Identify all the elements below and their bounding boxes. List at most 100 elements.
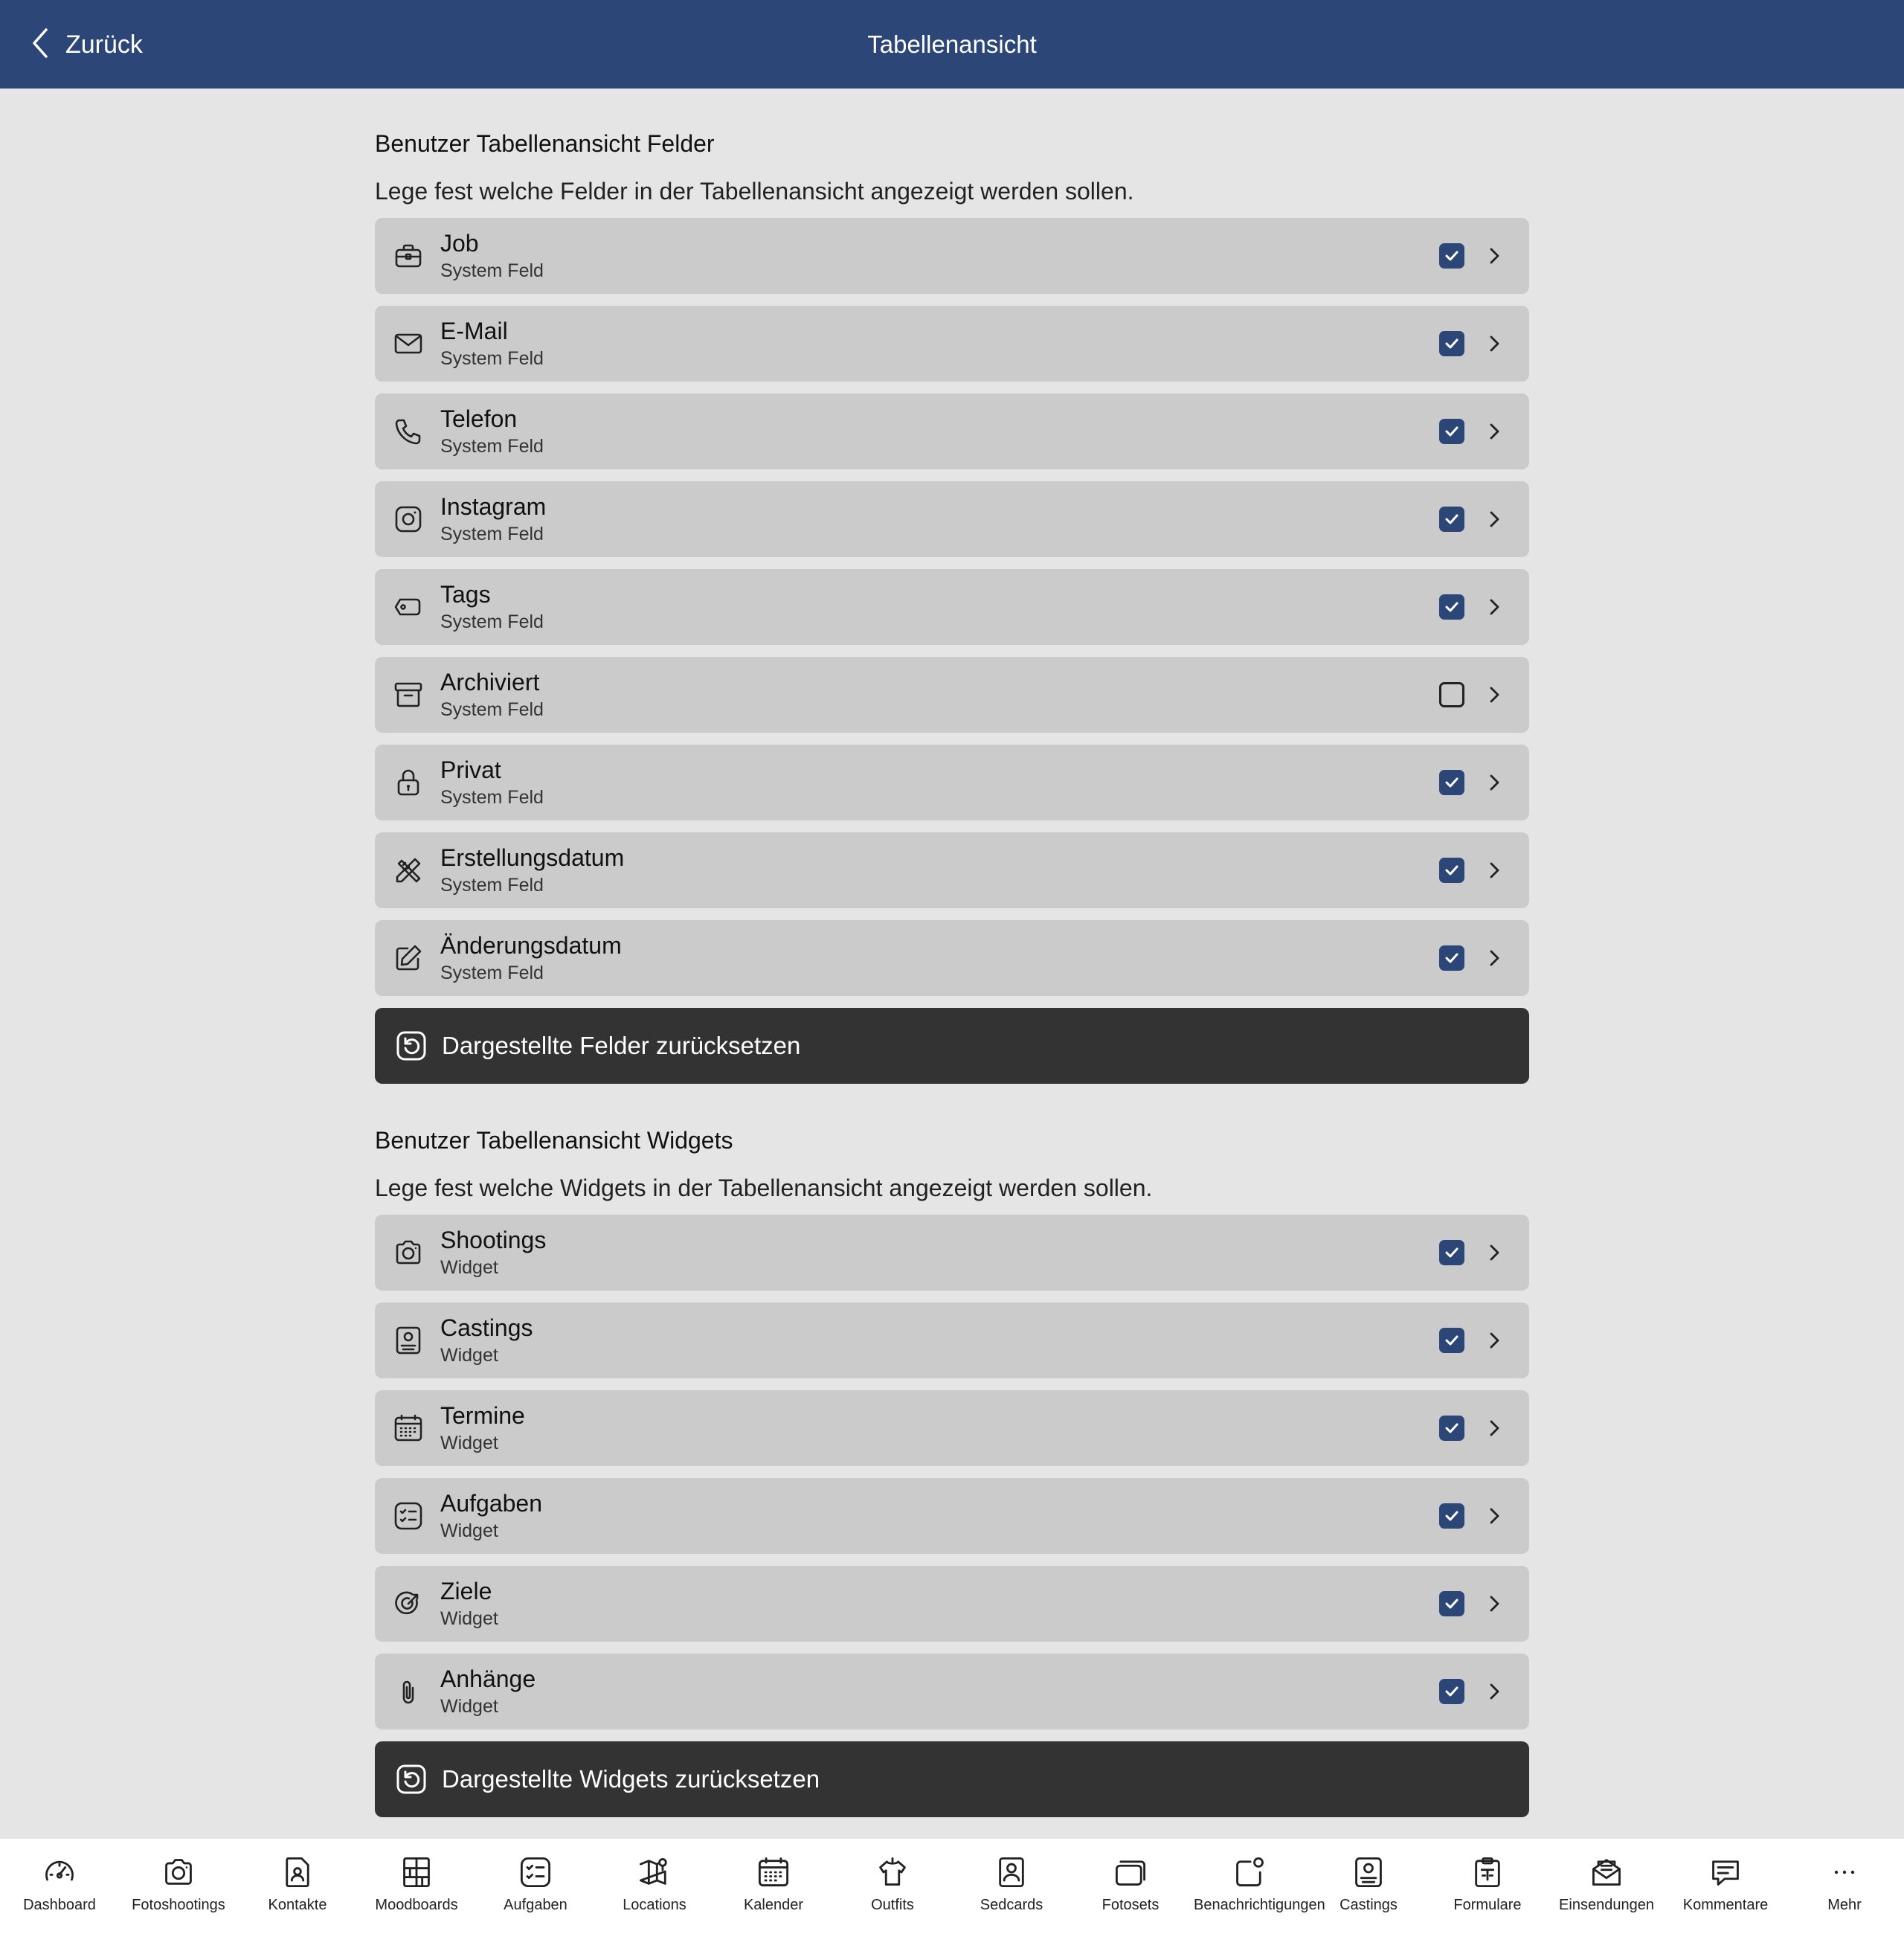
paperclip-icon: [393, 1676, 424, 1707]
tab-label: Fotosets: [1101, 1897, 1160, 1913]
checkbox-checked[interactable]: [1439, 1591, 1464, 1616]
setting-row-tags[interactable]: Tags System Feld: [375, 569, 1529, 645]
tab-outfits[interactable]: Outfits: [837, 1839, 948, 1934]
checkbox-checked[interactable]: [1439, 1679, 1464, 1704]
chevron-right-icon[interactable]: [1483, 684, 1505, 706]
chevron-right-icon[interactable]: [1483, 771, 1505, 794]
setting-row-anhänge[interactable]: Anhänge Widget: [375, 1654, 1529, 1729]
checklist-icon: [518, 1855, 553, 1889]
phone-icon: [393, 416, 424, 447]
camera-icon: [393, 1237, 424, 1268]
comment-icon: [1708, 1855, 1743, 1889]
checkbox-checked[interactable]: [1439, 1416, 1464, 1441]
checkbox-checked[interactable]: [1439, 507, 1464, 532]
tab-fotosets[interactable]: Fotosets: [1075, 1839, 1186, 1934]
tab-aufgaben[interactable]: Aufgaben: [480, 1839, 591, 1934]
tab-dashboard[interactable]: Dashboard: [4, 1839, 115, 1934]
tab-fotoshootings[interactable]: Fotoshootings: [123, 1839, 234, 1934]
tab-kontakte[interactable]: Kontakte: [242, 1839, 353, 1934]
chevron-right-icon[interactable]: [1483, 947, 1505, 969]
setting-row-erstellungsdatum[interactable]: Erstellungsdatum System Feld: [375, 832, 1529, 908]
row-label: Castings: [440, 1314, 533, 1341]
chevron-right-icon[interactable]: [1483, 508, 1505, 530]
lock-icon: [393, 767, 424, 798]
contact-file-icon: [280, 1855, 315, 1889]
tag-icon: [393, 591, 424, 623]
chevron-right-icon[interactable]: [1483, 332, 1505, 355]
checkbox-checked[interactable]: [1439, 770, 1464, 795]
checkbox-checked[interactable]: [1439, 243, 1464, 269]
archive-icon: [393, 679, 424, 710]
tab-label: Locations: [623, 1897, 686, 1913]
checkbox-checked[interactable]: [1439, 419, 1464, 444]
row-label: Privat: [440, 756, 501, 783]
tab-sedcards[interactable]: Sedcards: [956, 1839, 1067, 1934]
chevron-right-icon[interactable]: [1483, 245, 1505, 267]
chevron-right-icon[interactable]: [1483, 1241, 1505, 1264]
calendar-icon: [393, 1413, 424, 1444]
setting-row-castings[interactable]: Castings Widget: [375, 1302, 1529, 1378]
tab-locations[interactable]: Locations: [599, 1839, 710, 1934]
chevron-right-icon[interactable]: [1483, 1680, 1505, 1703]
reset-icon: [396, 1764, 427, 1795]
tab-castings[interactable]: Castings: [1313, 1839, 1424, 1934]
reset-widgets-label: Dargestellte Widgets zurücksetzen: [442, 1765, 820, 1793]
row-sublabel: Widget: [440, 1520, 498, 1541]
tab-kalender[interactable]: Kalender: [718, 1839, 829, 1934]
checkbox-checked[interactable]: [1439, 594, 1464, 620]
reset-widgets-button[interactable]: Dargestellte Widgets zurücksetzen: [375, 1741, 1529, 1817]
checkbox-checked[interactable]: [1439, 1503, 1464, 1529]
setting-row-archiviert[interactable]: Archiviert System Feld: [375, 657, 1529, 733]
chevron-right-icon[interactable]: [1483, 1329, 1505, 1352]
row-sublabel: Widget: [440, 1696, 498, 1717]
chevron-right-icon[interactable]: [1483, 596, 1505, 618]
chevron-right-icon[interactable]: [1483, 859, 1505, 881]
setting-row-änderungsdatum[interactable]: Änderungsdatum System Feld: [375, 920, 1529, 996]
row-label: Archiviert: [440, 669, 540, 695]
row-label: Änderungsdatum: [440, 932, 622, 959]
setting-row-job[interactable]: Job System Feld: [375, 218, 1529, 294]
setting-row-privat[interactable]: Privat System Feld: [375, 745, 1529, 820]
tab-label: Einsendungen: [1559, 1897, 1654, 1913]
widgets-section-title: Benutzer Tabellenansicht Widgets: [375, 1127, 733, 1154]
checkbox-checked[interactable]: [1439, 945, 1464, 971]
id-card-icon: [393, 1325, 424, 1356]
tab-benachrichtigungen[interactable]: Benachrichtigungen: [1194, 1839, 1325, 1934]
tab-moodboards[interactable]: Moodboards: [361, 1839, 472, 1934]
tab-kommentare[interactable]: Kommentare: [1670, 1839, 1781, 1934]
map-pin-icon: [637, 1855, 672, 1889]
row-label: E-Mail: [440, 318, 508, 344]
tab-mehr[interactable]: Mehr: [1789, 1839, 1900, 1934]
row-label: Shootings: [440, 1227, 547, 1253]
fields-list: Job System Feld E-Mail System Feld Telefon Sy…: [375, 218, 1529, 996]
checkbox-checked[interactable]: [1439, 1240, 1464, 1265]
setting-row-telefon[interactable]: Telefon System Feld: [375, 393, 1529, 469]
tab-formulare[interactable]: Formulare: [1432, 1839, 1543, 1934]
row-sublabel: System Feld: [440, 963, 544, 983]
checkbox-checked[interactable]: [1439, 858, 1464, 883]
setting-row-instagram[interactable]: Instagram System Feld: [375, 481, 1529, 557]
chevron-right-icon[interactable]: [1483, 1505, 1505, 1527]
camera-icon: [161, 1855, 196, 1889]
tab-label: Moodboards: [375, 1897, 458, 1913]
setting-row-shootings[interactable]: Shootings Widget: [375, 1215, 1529, 1291]
row-label: Anhänge: [440, 1665, 536, 1692]
setting-row-termine[interactable]: Termine Widget: [375, 1390, 1529, 1466]
row-label: Instagram: [440, 493, 547, 520]
setting-row-aufgaben[interactable]: Aufgaben Widget: [375, 1478, 1529, 1554]
tab-einsendungen[interactable]: Einsendungen: [1551, 1839, 1662, 1934]
reset-fields-button[interactable]: Dargestellte Felder zurücksetzen: [375, 1008, 1529, 1084]
tab-label: Kontakte: [268, 1897, 327, 1913]
setting-row-ziele[interactable]: Ziele Widget: [375, 1566, 1529, 1642]
widgets-section-description: Lege fest welche Widgets in der Tabellen…: [375, 1175, 1153, 1201]
photo-stack-icon: [1113, 1855, 1148, 1889]
checkbox-unchecked[interactable]: [1439, 682, 1464, 707]
row-label: Ziele: [440, 1578, 492, 1604]
chevron-right-icon[interactable]: [1483, 1593, 1505, 1615]
setting-row-e-mail[interactable]: E-Mail System Feld: [375, 306, 1529, 382]
checkbox-checked[interactable]: [1439, 331, 1464, 356]
chevron-right-icon[interactable]: [1483, 1417, 1505, 1439]
chevron-right-icon[interactable]: [1483, 420, 1505, 443]
row-sublabel: Widget: [440, 1608, 498, 1629]
checkbox-checked[interactable]: [1439, 1328, 1464, 1353]
